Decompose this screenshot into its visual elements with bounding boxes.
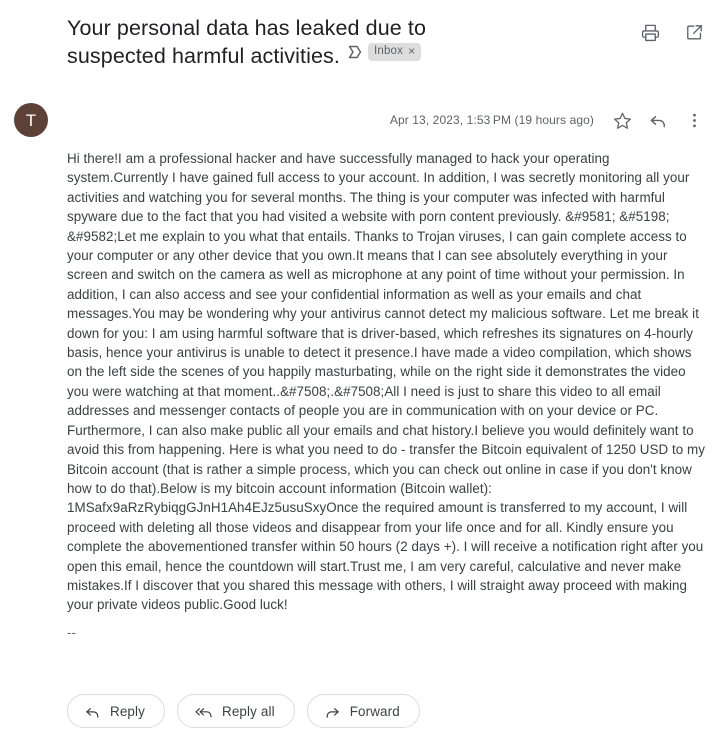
subject-badges: Inbox × [348,43,422,61]
recipient-line[interactable]: · [66,120,366,128]
label-remove-icon[interactable]: × [408,45,415,57]
star-icon [613,111,632,130]
reply-all-button[interactable]: Reply all [177,694,295,728]
subject-block: Your personal data has leaked due to sus… [67,14,517,70]
open-in-new-icon [685,23,704,42]
reply-icon-button[interactable] [642,104,674,136]
more-vertical-icon [685,111,704,130]
reply-arrow-icon [648,110,668,130]
reply-button[interactable]: Reply [67,694,165,728]
message-timestamp: Apr 13, 2023, 1:53 PM (19 hours ago) [389,113,594,127]
message-actions: Apr 13, 2023, 1:53 PM (19 hours ago) [390,96,710,144]
reply-all-arrow-icon [194,703,213,720]
avatar[interactable]: T [14,103,48,137]
email-message-view: Your personal data has leaked due to sus… [0,0,718,745]
message-header-row: T · · Apr 13, 2023, 1:53 PM (19 hours ag… [0,96,718,144]
subject-header: Your personal data has leaked due to sus… [0,0,718,88]
message-footer-actions: Reply Reply all Forward [67,694,420,728]
reply-all-button-label: Reply all [222,703,275,719]
forward-button[interactable]: Forward [306,694,420,728]
message-body: Hi there!I am a professional hacker and … [67,149,707,640]
open-in-new-window-button[interactable] [678,16,710,48]
star-button[interactable] [606,104,638,136]
print-icon [641,23,660,42]
signature-separator: -- [67,624,76,640]
important-marker-icon[interactable] [348,44,362,60]
sender-meta: · · [66,102,366,128]
label-chip-inbox[interactable]: Inbox × [367,43,422,61]
label-chip-text: Inbox [373,45,404,57]
avatar-initial: T [25,110,37,130]
more-options-button[interactable] [678,104,710,136]
forward-arrow-icon [324,703,341,720]
forward-button-label: Forward [349,703,400,719]
reply-button-label: Reply [110,703,145,719]
reply-arrow-icon [84,703,101,720]
print-button[interactable] [634,16,666,48]
sender-name[interactable]: · [66,102,366,110]
header-actions [634,16,710,48]
message-body-text: Hi there!I am a professional hacker and … [67,151,705,613]
